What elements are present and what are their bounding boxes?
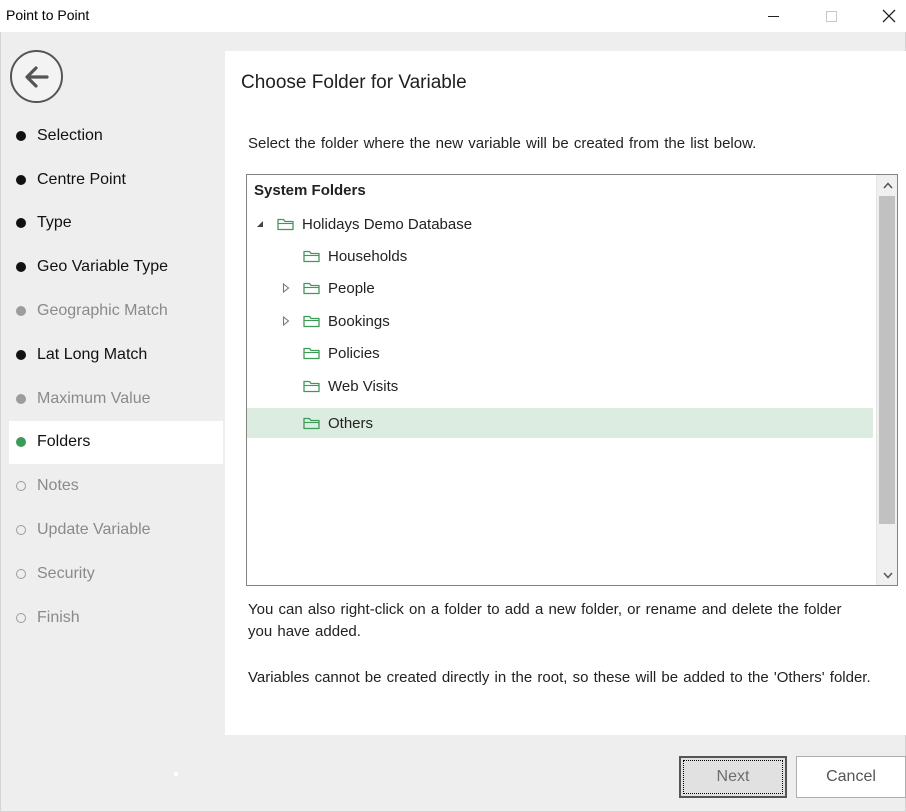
footer-divider-dot	[174, 772, 178, 776]
step-status-icon	[16, 481, 26, 492]
arrow-left-icon	[24, 65, 49, 88]
title-bar: Point to Point	[0, 0, 906, 32]
wizard-step-geographic-match[interactable]: Geographic Match	[9, 289, 223, 333]
tree-item-label: Policies	[328, 344, 380, 362]
step-status-icon	[16, 525, 26, 536]
step-status-icon	[16, 437, 26, 448]
step-status-icon	[16, 393, 26, 404]
wizard-step-geo-variable-type[interactable]: Geo Variable Type	[9, 245, 223, 289]
tree-item-web-visits[interactable]: Web Visits	[247, 371, 873, 401]
minimize-icon	[767, 15, 779, 17]
wizard-step-finish[interactable]: Finish	[9, 596, 223, 640]
step-label: Update Variable	[37, 521, 151, 539]
triangle-right-icon[interactable]	[280, 315, 292, 327]
step-status-icon	[16, 306, 26, 317]
folder-icon	[303, 346, 321, 360]
tree-item-label: Holidays Demo Database	[302, 215, 473, 233]
triangle-down-icon[interactable]	[254, 218, 266, 230]
step-status-icon	[16, 174, 26, 185]
step-label: Type	[37, 214, 72, 232]
maximize-button	[808, 0, 854, 32]
folder-icon	[303, 281, 321, 295]
minimize-button[interactable]	[750, 0, 796, 32]
step-status-icon	[16, 130, 26, 141]
tree-item-households[interactable]: Households	[247, 241, 873, 271]
wizard-step-selection[interactable]: Selection	[9, 114, 223, 158]
tree-item-label: People	[328, 279, 375, 297]
tree-item-others[interactable]: Others	[247, 408, 873, 438]
wizard-step-notes[interactable]: Notes	[9, 464, 223, 508]
step-status-icon	[16, 218, 26, 229]
content-panel: Choose Folder for Variable Select the fo…	[225, 51, 906, 735]
step-label: Geographic Match	[37, 302, 168, 320]
tree-item-bookings[interactable]: Bookings	[247, 306, 873, 336]
wizard-step-security[interactable]: Security	[9, 552, 223, 596]
tree-scrollbar[interactable]	[876, 175, 897, 585]
tree-item-holidays-demo-database[interactable]: Holidays Demo Database	[247, 209, 873, 239]
help-text-rename: You can also right-click on a folder to …	[248, 601, 842, 640]
scroll-thumb[interactable]	[879, 196, 895, 524]
tree-item-people[interactable]: People	[247, 273, 873, 303]
tree-item-label: Web Visits	[328, 377, 399, 395]
tree-item-label: Others	[328, 414, 374, 432]
wizard-step-update-variable[interactable]: Update Variable	[9, 508, 223, 552]
step-status-icon	[16, 262, 26, 273]
folder-icon	[277, 217, 295, 231]
close-button[interactable]	[866, 0, 906, 32]
scroll-up-button[interactable]	[877, 175, 897, 195]
close-icon	[882, 9, 896, 23]
tree-item-policies[interactable]: Policies	[247, 338, 873, 368]
step-label: Centre Point	[37, 170, 126, 188]
help-text-root: Variables cannot be created directly in …	[248, 669, 871, 686]
tree-root-label: System Folders	[254, 182, 366, 199]
back-button[interactable]	[10, 50, 63, 103]
page-title: Choose Folder for Variable	[241, 72, 467, 93]
next-button[interactable]: Next	[679, 756, 787, 798]
step-label: Security	[37, 564, 95, 582]
step-status-icon	[16, 612, 26, 623]
tree-item-label: Households	[328, 247, 408, 265]
step-label: Lat Long Match	[37, 345, 148, 363]
step-label: Finish	[37, 608, 80, 626]
cancel-button[interactable]: Cancel	[796, 756, 906, 798]
folder-icon	[303, 249, 321, 263]
wizard-step-centre-point[interactable]: Centre Point	[9, 158, 223, 202]
window-title: Point to Point	[6, 7, 90, 23]
triangle-right-icon[interactable]	[280, 282, 292, 294]
instruction-text: Select the folder where the new variable…	[248, 135, 757, 152]
step-label: Notes	[37, 477, 79, 495]
folder-icon	[303, 379, 321, 393]
wizard-step-lat-long-match[interactable]: Lat Long Match	[9, 333, 223, 377]
chevron-down-icon	[882, 572, 893, 579]
chevron-up-icon	[882, 181, 893, 188]
wizard-step-maximum-value[interactable]: Maximum Value	[9, 377, 223, 421]
step-label: Selection	[37, 126, 103, 144]
step-label: Folders	[37, 433, 91, 451]
step-label: Maximum Value	[37, 389, 151, 407]
wizard-step-type[interactable]: Type	[9, 202, 223, 246]
step-status-icon	[16, 349, 26, 360]
wizard-steps: Selection Centre Point Type Geo Variable Ty…	[9, 114, 223, 640]
tree-item-label: Bookings	[328, 312, 390, 330]
folder-icon	[303, 416, 321, 430]
wizard-step-folders[interactable]: Folders	[9, 420, 223, 465]
step-label: Geo Variable Type	[37, 258, 169, 276]
folder-icon	[303, 314, 321, 328]
scroll-down-button[interactable]	[877, 565, 897, 585]
step-status-icon	[16, 568, 26, 579]
folder-tree[interactable]: System Folders Holidays Demo Database Hou…	[246, 174, 898, 586]
maximize-icon	[825, 10, 837, 22]
